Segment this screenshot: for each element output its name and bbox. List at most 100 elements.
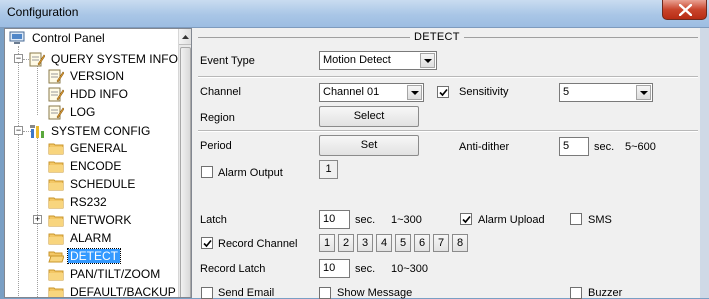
period-label: Period: [200, 140, 232, 152]
title-bar: Configuration: [0, 0, 709, 28]
record-channel-6[interactable]: 6: [414, 234, 430, 252]
dropdown-button[interactable]: [636, 85, 651, 100]
tree-item-general[interactable]: GENERAL: [48, 140, 178, 156]
latch-range: 1~300: [391, 214, 422, 226]
sms-label: SMS: [588, 214, 612, 226]
record-channel-5[interactable]: 5: [395, 234, 411, 252]
tree-item-version[interactable]: VERSION: [48, 68, 178, 84]
record-channel-3[interactable]: 3: [357, 234, 373, 252]
tree-item-default-backup[interactable]: DEFAULT/BACKUP: [48, 284, 178, 297]
close-icon: [679, 4, 692, 16]
latch-unit: sec.: [355, 214, 376, 226]
tree-item-hdd-info[interactable]: HDD INFO: [48, 86, 178, 102]
alarm-output-label: Alarm Output: [218, 167, 283, 179]
record-channel-8[interactable]: 8: [452, 234, 468, 252]
expand-icon[interactable]: +: [33, 215, 42, 224]
event-type-value: Motion Detect: [323, 54, 391, 66]
tree-item-rs232[interactable]: RS232: [48, 194, 178, 210]
record-channel-7[interactable]: 7: [433, 234, 449, 252]
scroll-thumb[interactable]: [180, 47, 191, 297]
record-channel-1[interactable]: 1: [319, 234, 335, 252]
tree-label: LOG: [70, 105, 96, 119]
tree-label: GENERAL: [70, 141, 128, 155]
tree-label: NETWORK: [70, 213, 132, 227]
section-heading: DETECT: [410, 31, 464, 43]
buzzer-label: Buzzer: [588, 287, 623, 299]
anti-dither-label: Anti-dither: [459, 141, 510, 153]
tree-item-encode[interactable]: ENCODE: [48, 158, 178, 174]
tree-item-schedule[interactable]: SCHEDULE: [48, 176, 178, 192]
alarm-upload-checkbox[interactable]: [460, 213, 472, 225]
tools-icon: [29, 123, 45, 139]
select-region-button[interactable]: Select: [319, 106, 419, 127]
channel-label: Channel: [200, 86, 241, 98]
tree-label: ENCODE: [70, 159, 122, 173]
divider: [198, 76, 698, 78]
record-latch-input[interactable]: 10: [319, 259, 350, 278]
dropdown-button[interactable]: [420, 53, 435, 68]
latch-value: 10: [323, 213, 336, 225]
record-channel-2[interactable]: 2: [338, 234, 354, 252]
folder-icon: [48, 212, 64, 228]
record-channel-label: Record Channel: [218, 238, 298, 250]
dropdown-button[interactable]: [407, 85, 422, 100]
show-message-checkbox[interactable]: [319, 287, 331, 299]
tree-group-system-config[interactable]: SYSTEM CONFIG: [29, 123, 179, 139]
tree-item-alarm[interactable]: ALARM: [48, 230, 178, 246]
anti-dither-input[interactable]: 5: [559, 137, 589, 156]
computer-icon: [9, 30, 25, 46]
alarm-upload-label: Alarm Upload: [478, 214, 545, 226]
scroll-up-button[interactable]: [179, 29, 191, 45]
anti-dither-value: 5: [563, 140, 570, 152]
collapse-icon[interactable]: −: [14, 126, 23, 135]
chevron-down-icon: [640, 91, 648, 95]
record-channel-4[interactable]: 4: [376, 234, 392, 252]
tree-root-control-panel[interactable]: Control Panel: [9, 30, 179, 46]
folder-icon: [48, 140, 64, 156]
buzzer-checkbox[interactable]: [570, 287, 582, 299]
tree-item-log[interactable]: LOG: [48, 104, 178, 120]
sms-checkbox[interactable]: [570, 213, 582, 225]
notepad-pencil-icon: [29, 51, 45, 67]
channel-dropdown[interactable]: Channel 01: [319, 83, 424, 102]
folder-open-icon: [48, 248, 64, 264]
checkmark-icon: [203, 239, 212, 248]
tree-scrollbar[interactable]: [178, 29, 191, 297]
show-message-label: Show Message: [337, 287, 413, 299]
sensitivity-value: 5: [563, 86, 570, 98]
tree-item-network[interactable]: NETWORK: [48, 212, 178, 228]
event-type-label: Event Type: [200, 55, 255, 67]
collapse-icon[interactable]: −: [14, 54, 23, 63]
anti-dither-range: 5~600: [625, 141, 656, 153]
send-email-checkbox[interactable]: [201, 287, 213, 299]
detect-panel: DETECT Event Type Motion Detect Channel …: [192, 28, 709, 299]
notepad-pencil-icon: [48, 68, 64, 84]
latch-input[interactable]: 10: [319, 210, 350, 229]
set-period-button[interactable]: Set: [319, 135, 419, 156]
tree-connector: [18, 46, 19, 297]
tree-label: QUERY SYSTEM INFO: [51, 52, 178, 66]
tree-connector: [37, 63, 38, 115]
record-latch-range: 10~300: [391, 263, 429, 275]
chevron-down-icon: [411, 91, 419, 95]
navigation-tree: Control Panel − QUERY SYSTEM INFO VERSIO…: [4, 28, 192, 298]
record-channel-checkbox[interactable]: [201, 237, 213, 249]
event-type-dropdown[interactable]: Motion Detect: [319, 51, 437, 70]
divider: [198, 130, 698, 132]
window-frame-edge: [700, 28, 709, 298]
close-button[interactable]: [662, 0, 707, 20]
alarm-output-checkbox[interactable]: [201, 166, 213, 178]
latch-label: Latch: [200, 214, 227, 226]
record-latch-unit: sec.: [355, 263, 376, 275]
tree-item-detect[interactable]: DETECT: [48, 248, 178, 264]
notepad-pencil-icon: [48, 86, 64, 102]
alarm-output-channel-1[interactable]: 1: [319, 160, 338, 179]
chevron-up-icon: [182, 35, 189, 39]
sensitivity-dropdown[interactable]: 5: [559, 83, 653, 102]
tree-group-query-system-info[interactable]: QUERY SYSTEM INFO: [29, 51, 179, 67]
checkmark-icon: [462, 215, 471, 224]
send-email-label: Send Email: [218, 287, 275, 299]
tree-item-pan-tilt-zoom[interactable]: PAN/TILT/ZOOM: [48, 266, 178, 282]
sensitivity-checkbox[interactable]: [437, 86, 449, 98]
tree-label: SCHEDULE: [70, 177, 136, 191]
